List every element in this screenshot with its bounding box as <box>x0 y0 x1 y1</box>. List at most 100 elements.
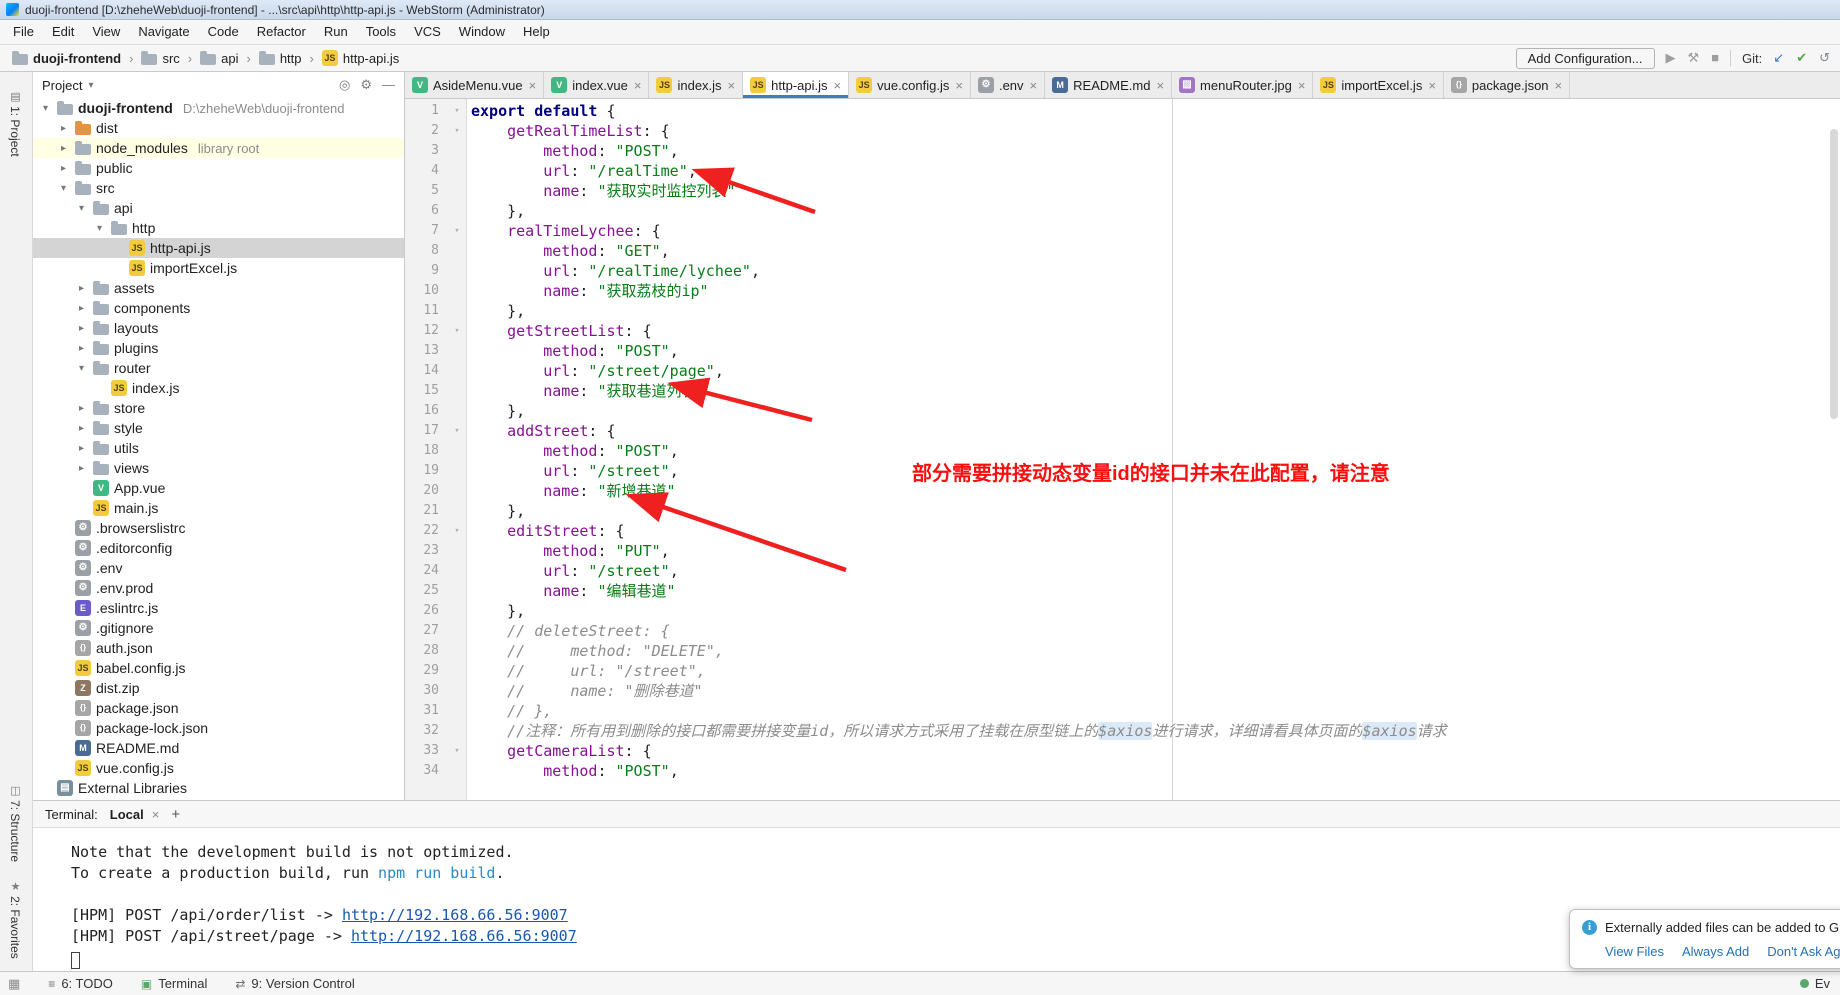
menu-code[interactable]: Code <box>199 20 248 44</box>
chevron-right-icon[interactable]: ▸ <box>75 323 88 334</box>
tree-item-utils[interactable]: ▸utils <box>33 438 404 458</box>
chevron-right-icon[interactable]: ▸ <box>57 123 70 134</box>
terminal-link[interactable]: http://192.168.66.56:9007 <box>342 906 568 924</box>
terminal-link[interactable]: http://192.168.66.56:9007 <box>351 927 577 945</box>
locate-icon[interactable]: ◎ <box>339 77 350 93</box>
menu-navigate[interactable]: Navigate <box>129 20 198 44</box>
tab-close-icon[interactable]: × <box>728 78 736 93</box>
build-icon[interactable]: ⚒ <box>1688 50 1700 66</box>
fold-icon[interactable]: ▾ <box>445 321 469 341</box>
fold-icon[interactable]: ▾ <box>445 101 469 121</box>
settings-icon[interactable]: ⚙ <box>360 77 372 93</box>
tree-item-auth-json[interactable]: {}auth.json <box>33 638 404 658</box>
breadcrumb-item-http-api-js[interactable]: JShttp-api.js <box>320 50 401 66</box>
tab-close-icon[interactable]: × <box>634 78 642 93</box>
breadcrumb-item-duoji-frontend[interactable]: duoji-frontend <box>10 51 123 66</box>
tab-index-vue[interactable]: Vindex.vue× <box>544 72 649 98</box>
commit-icon[interactable]: ✔ <box>1796 50 1807 66</box>
breadcrumb-item-src[interactable]: src <box>139 51 181 66</box>
update-project-icon[interactable]: ↙ <box>1773 50 1784 66</box>
menu-file[interactable]: File <box>4 20 43 44</box>
tab-vue-config-js[interactable]: JSvue.config.js× <box>849 72 971 98</box>
breadcrumb-item-api[interactable]: api <box>198 51 240 66</box>
tab-close-icon[interactable]: × <box>1156 78 1164 93</box>
menu-refactor[interactable]: Refactor <box>248 20 315 44</box>
breadcrumb-item-http[interactable]: http <box>257 51 304 66</box>
tab-menurouter-jpg[interactable]: ▨menuRouter.jpg× <box>1172 72 1313 98</box>
tool-stripe-structure[interactable]: ◫ 7: Structure <box>8 784 22 862</box>
status-terminal[interactable]: ▣Terminal <box>141 976 207 991</box>
fold-icon[interactable]: ▾ <box>445 121 469 141</box>
event-log-widget[interactable]: Ev <box>1800 976 1830 991</box>
tab-close-icon[interactable]: × <box>1030 78 1038 93</box>
stop-icon[interactable]: ■ <box>1711 50 1719 66</box>
menu-tools[interactable]: Tools <box>357 20 405 44</box>
tree-item-index-js[interactable]: JSindex.js <box>33 378 404 398</box>
tree-item-dist[interactable]: ▸dist <box>33 118 404 138</box>
notification-action-view-files[interactable]: View Files <box>1605 944 1664 959</box>
fold-icon[interactable]: ▾ <box>445 741 469 761</box>
tree-item-babel-config-js[interactable]: JSbabel.config.js <box>33 658 404 678</box>
tab-importexcel-js[interactable]: JSimportExcel.js× <box>1313 72 1444 98</box>
fold-icon[interactable]: ▾ <box>445 221 469 241</box>
tree-item-gitignore[interactable]: ⚙.gitignore <box>33 618 404 638</box>
tree-item-package-json[interactable]: {}package.json <box>33 698 404 718</box>
tree-item-assets[interactable]: ▸assets <box>33 278 404 298</box>
tree-item-app-vue[interactable]: VApp.vue <box>33 478 404 498</box>
tree-item-style[interactable]: ▸style <box>33 418 404 438</box>
chevron-down-icon[interactable]: ▾ <box>75 363 88 374</box>
tree-item-router[interactable]: ▾router <box>33 358 404 378</box>
tab-close-icon[interactable]: × <box>1428 78 1436 93</box>
tab-env[interactable]: ⚙.env× <box>971 72 1045 98</box>
chevron-right-icon[interactable]: ▸ <box>57 143 70 154</box>
tab-close-icon[interactable]: × <box>955 78 963 93</box>
tab-readme-md[interactable]: MREADME.md× <box>1045 72 1172 98</box>
tree-item-vue-config-js[interactable]: JSvue.config.js <box>33 758 404 778</box>
tree-item-components[interactable]: ▸components <box>33 298 404 318</box>
menu-edit[interactable]: Edit <box>43 20 83 44</box>
project-panel-title[interactable]: Project <box>42 78 82 93</box>
notification-action-don-t-ask-agai[interactable]: Don't Ask Agai <box>1767 944 1840 959</box>
chevron-right-icon[interactable]: ▸ <box>75 343 88 354</box>
tree-item-editorconfig[interactable]: ⚙.editorconfig <box>33 538 404 558</box>
tab-asidemenu-vue[interactable]: VAsideMenu.vue× <box>405 72 544 98</box>
menu-run[interactable]: Run <box>315 20 357 44</box>
tree-item-browserslistrc[interactable]: ⚙.browserslistrc <box>33 518 404 538</box>
chevron-down-icon[interactable]: ▾ <box>57 183 70 194</box>
tree-item-src[interactable]: ▾src <box>33 178 404 198</box>
tree-item-node-modules[interactable]: ▸node_moduleslibrary root <box>33 138 404 158</box>
add-configuration-button[interactable]: Add Configuration... <box>1516 48 1655 69</box>
tree-item-external-libraries[interactable]: ▤External Libraries <box>33 778 404 798</box>
tree-item-layouts[interactable]: ▸layouts <box>33 318 404 338</box>
status-9-version-control[interactable]: ⇄9: Version Control <box>235 976 354 991</box>
tab-package-json[interactable]: {}package.json× <box>1444 72 1570 98</box>
chevron-right-icon[interactable]: ▸ <box>75 403 88 414</box>
tree-item-plugins[interactable]: ▸plugins <box>33 338 404 358</box>
tree-item-package-lock-json[interactable]: {}package-lock.json <box>33 718 404 738</box>
tree-item-importexcel-js[interactable]: JSimportExcel.js <box>33 258 404 278</box>
close-icon[interactable]: × <box>152 807 160 822</box>
tree-item-store[interactable]: ▸store <box>33 398 404 418</box>
tool-window-switcher-icon[interactable]: ▦ <box>8 976 20 992</box>
tree-item-api[interactable]: ▾api <box>33 198 404 218</box>
hide-icon[interactable]: — <box>382 77 395 93</box>
tab-close-icon[interactable]: × <box>1555 78 1563 93</box>
tab-index-js[interactable]: JSindex.js× <box>649 72 743 98</box>
status-6-todo[interactable]: ≡6: TODO <box>48 976 113 991</box>
history-icon[interactable]: ↺ <box>1819 50 1830 66</box>
tree-item-eslintrc-js[interactable]: E.eslintrc.js <box>33 598 404 618</box>
menu-vcs[interactable]: VCS <box>405 20 450 44</box>
chevron-right-icon[interactable]: ▸ <box>75 283 88 294</box>
tree-item-http[interactable]: ▾http <box>33 218 404 238</box>
chevron-right-icon[interactable]: ▸ <box>75 303 88 314</box>
fold-icon[interactable]: ▾ <box>445 521 469 541</box>
tool-stripe-favorites[interactable]: ★ 2: Favorites <box>8 880 22 959</box>
tab-http-api-js[interactable]: JShttp-api.js× <box>743 72 849 98</box>
menu-view[interactable]: View <box>83 20 129 44</box>
menu-help[interactable]: Help <box>514 20 559 44</box>
fold-icon[interactable]: ▾ <box>445 421 469 441</box>
tree-item-views[interactable]: ▸views <box>33 458 404 478</box>
tree-item-dist-zip[interactable]: Zdist.zip <box>33 678 404 698</box>
chevron-down-icon[interactable]: ▾ <box>39 103 52 114</box>
tree-item-public[interactable]: ▸public <box>33 158 404 178</box>
